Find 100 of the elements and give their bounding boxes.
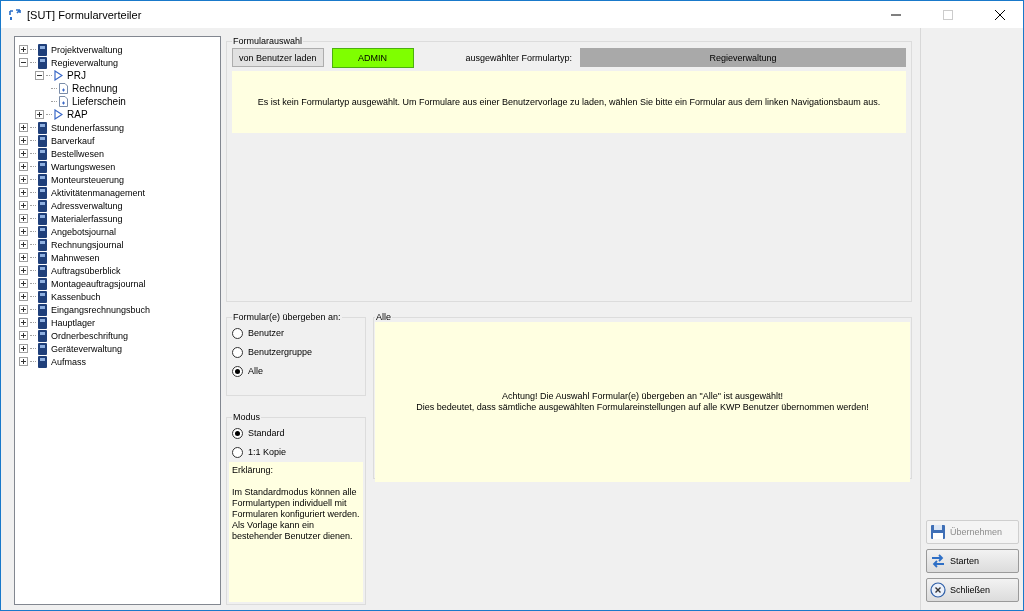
tree-item[interactable]: Materialerfassung [51, 213, 123, 224]
window-title: [SUT] Formularverteiler [27, 8, 143, 21]
expand-toggle[interactable] [19, 240, 28, 249]
collapse-toggle[interactable] [35, 71, 44, 80]
tree-item[interactable]: Mahnwesen [51, 252, 100, 263]
plus-icon [37, 112, 42, 117]
expand-toggle[interactable] [19, 149, 28, 158]
tree-item[interactable]: Aktivitätenmanagement [51, 187, 146, 198]
binder-icon [38, 329, 47, 342]
expand-toggle[interactable] [19, 123, 28, 132]
plus-icon [21, 47, 26, 52]
expand-toggle[interactable] [19, 318, 28, 327]
group-title: Modus [232, 412, 261, 422]
start-button[interactable]: Starten [926, 549, 1019, 573]
binder-icon [38, 342, 47, 355]
form-type-field: Regieverwaltung [580, 48, 906, 67]
warning-text: Achtung! Die Auswahl Formular(e) übergeben an "Alle" ist ausgewählt! [501, 391, 783, 402]
tree-item[interactable]: Auftragsüberblick [51, 265, 121, 276]
tree-item[interactable]: Rechnung [72, 83, 118, 94]
tree-item[interactable]: Stundenerfassung [51, 122, 125, 133]
binder-icon [38, 56, 47, 69]
tree-item[interactable]: Aufmass [51, 356, 86, 367]
expand-toggle[interactable] [19, 305, 28, 314]
close-button[interactable]: Schließen [926, 578, 1019, 602]
tree-item[interactable]: Adressverwaltung [51, 200, 123, 211]
plus-icon [21, 125, 26, 130]
tree-item[interactable]: Kassenbuch [51, 291, 101, 302]
plus-icon [21, 268, 26, 273]
expand-toggle[interactable] [19, 292, 28, 301]
tree-item[interactable]: Monteursteuerung [51, 174, 125, 185]
collapse-toggle[interactable] [19, 58, 28, 67]
binder-icon [38, 147, 47, 160]
binder-icon [38, 316, 47, 329]
tree-item[interactable]: Projektverwaltung [51, 44, 123, 55]
plus-icon [21, 242, 26, 247]
tree-item[interactable]: Lieferschein [72, 96, 126, 107]
plus-icon [21, 346, 26, 351]
expand-toggle[interactable] [19, 344, 28, 353]
binder-icon [38, 43, 47, 56]
expand-toggle[interactable] [19, 136, 28, 145]
load-from-user-button[interactable]: von Benutzer laden [232, 48, 324, 67]
expand-toggle[interactable] [19, 188, 28, 197]
tree-item[interactable]: Ordnerbeschriftung [51, 330, 129, 341]
plus-icon [21, 307, 26, 312]
expand-toggle[interactable] [19, 357, 28, 366]
app-icon [9, 8, 21, 21]
info-text: Es ist kein Formulartyp ausgewählt. Um Formulare aus einer Benutzervorlage zu laden, wählen Sie bitte ein Formular aus dem linken Navigationsbaum aus. [257, 96, 881, 108]
plus-icon [21, 294, 26, 299]
tree-item[interactable]: RAP [67, 109, 88, 120]
expand-toggle[interactable] [19, 227, 28, 236]
binder-icon [38, 225, 47, 238]
tree-item[interactable]: Regieverwaltung [51, 57, 119, 68]
tree-item[interactable]: Angebotsjournal [51, 226, 117, 237]
plus-icon [21, 216, 26, 221]
tree-item[interactable]: Geräteverwaltung [51, 343, 123, 354]
binder-icon [38, 212, 47, 225]
tree-item[interactable]: Bestellwesen [51, 148, 105, 159]
radio-button[interactable] [232, 447, 243, 458]
radio-label: Benutzergruppe [248, 347, 313, 358]
tree-item[interactable]: Montageauftragsjournal [51, 278, 146, 289]
plus-icon [21, 333, 26, 338]
explanation-text: Im Standardmodus können alle Formulartypen individuell mit Formularen konfiguriert werden. Als Vorlage kann ein bestehender Benutzer dienen. [232, 487, 360, 542]
expand-toggle[interactable] [19, 45, 28, 54]
expand-toggle[interactable] [19, 279, 28, 288]
binder-icon [38, 160, 47, 173]
radio-button[interactable] [232, 428, 243, 439]
plus-icon [21, 190, 26, 195]
tree-item[interactable]: Wartungswesen [51, 161, 116, 172]
radio-label: Benutzer [248, 328, 285, 339]
radio-button[interactable] [232, 328, 243, 339]
binder-icon [38, 277, 47, 290]
minus-icon [37, 73, 42, 78]
radio-button[interactable] [232, 347, 243, 358]
expand-toggle[interactable] [19, 253, 28, 262]
binder-icon [38, 290, 47, 303]
triangle-icon [54, 109, 63, 120]
expand-toggle[interactable] [19, 266, 28, 275]
user-field: ADMIN [331, 47, 414, 68]
expand-toggle[interactable] [19, 331, 28, 340]
maximize-icon [943, 9, 953, 20]
tree-item[interactable]: Rechnungsjournal [51, 239, 124, 250]
radio-label: Standard [248, 428, 285, 439]
radio-label: Alle [248, 366, 263, 377]
binder-icon [38, 121, 47, 134]
radio-button[interactable] [232, 366, 243, 377]
triangle-icon [54, 70, 63, 81]
tree-item[interactable]: Barverkauf [51, 135, 95, 146]
binder-icon [38, 134, 47, 147]
binder-icon [38, 355, 47, 368]
document-icon [59, 83, 68, 94]
tree-item[interactable]: PRJ [67, 70, 86, 81]
plus-icon [21, 177, 26, 182]
tree-item[interactable]: Hauptlager [51, 317, 96, 328]
expand-toggle[interactable] [19, 214, 28, 223]
expand-toggle[interactable] [19, 175, 28, 184]
expand-toggle[interactable] [19, 162, 28, 171]
plus-icon [21, 229, 26, 234]
expand-toggle[interactable] [19, 201, 28, 210]
expand-toggle[interactable] [35, 110, 44, 119]
tree-item[interactable]: Eingangsrechnungsbuch [51, 304, 151, 315]
